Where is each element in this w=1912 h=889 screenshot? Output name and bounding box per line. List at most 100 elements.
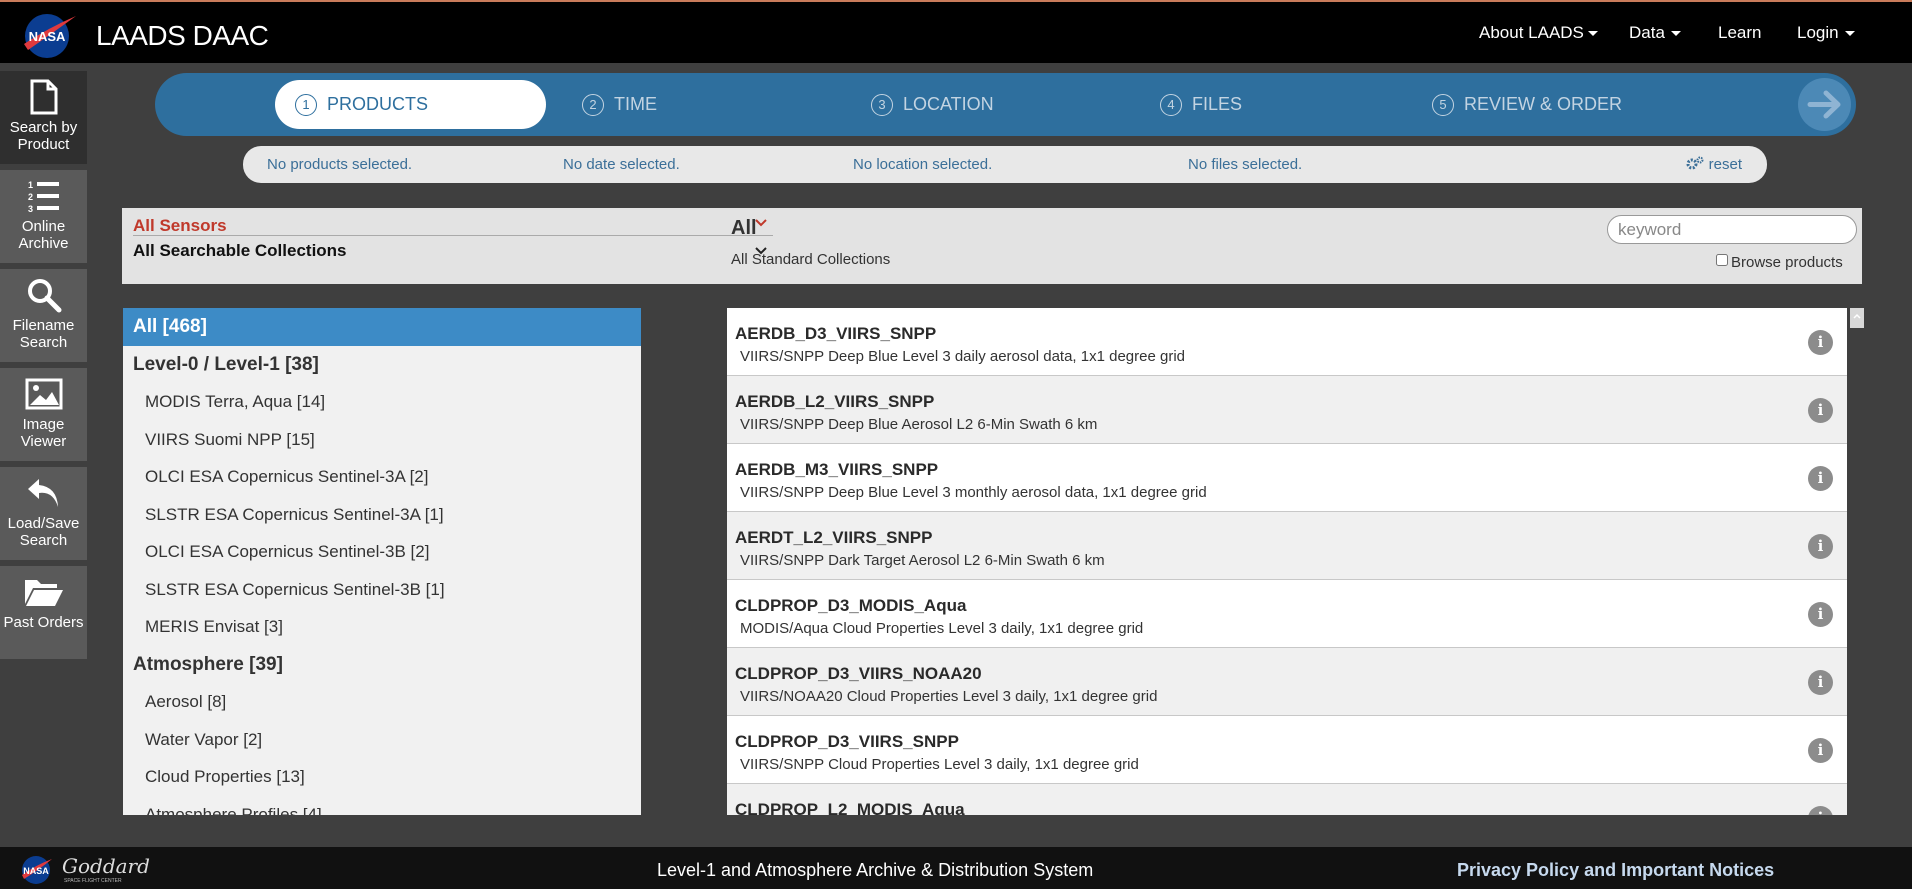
tool-image-viewer[interactable]: Image Viewer — [0, 368, 87, 461]
product-name[interactable]: CLDPROP_D3_VIIRS_SNPP — [735, 732, 959, 752]
sensor-select-value: All Sensors — [133, 216, 227, 235]
nav-learn[interactable]: Learn — [1718, 23, 1761, 43]
step-number: 2 — [582, 94, 604, 116]
tool-online-archive[interactable]: 1 2 3 Online Archive — [0, 170, 87, 263]
status-products: No products selected. — [267, 156, 413, 173]
product-name[interactable]: CLDPROP_L2_MODIS_Aqua — [735, 800, 965, 815]
product-name[interactable]: AERDB_D3_VIIRS_SNPP — [735, 324, 936, 344]
product-description: VIIRS/SNPP Deep Blue Level 3 monthly aer… — [740, 484, 1207, 501]
product-description: MODIS/Aqua Cloud Properties Level 3 dail… — [740, 620, 1144, 637]
tool-label: Image Viewer — [20, 416, 67, 450]
tool-label: Filename Search — [12, 317, 75, 351]
product-name[interactable]: AERDB_M3_VIIRS_SNPP — [735, 460, 938, 480]
chevron-down-icon — [755, 219, 767, 227]
product-row[interactable]: CLDPROP_D3_MODIS_Aqua MODIS/Aqua Cloud Pr… — [727, 580, 1847, 648]
info-icon[interactable]: i — [1808, 738, 1833, 763]
product-name[interactable]: CLDPROP_D3_MODIS_Aqua — [735, 596, 966, 616]
nav-data-label: Data — [1629, 23, 1665, 42]
product-row[interactable]: CLDPROP_L2_MODIS_Aqua i — [727, 784, 1847, 815]
footer: NASA Goddard SPACE FLIGHT CENTER Level-1… — [0, 847, 1912, 889]
info-icon[interactable]: i — [1808, 466, 1833, 491]
reset-button[interactable]: reset — [1686, 156, 1742, 173]
category-list: All [468] Level-0 / Level-1 [38] MODIS Ter… — [123, 308, 641, 815]
category-item[interactable]: Atmosphere Profiles [4] — [123, 796, 641, 816]
category-item[interactable]: Cloud Properties [13] — [123, 758, 641, 796]
step-products[interactable]: 1 PRODUCTS — [275, 80, 546, 129]
step-label: FILES — [1192, 94, 1243, 114]
category-item[interactable]: Water Vapor [2] — [123, 721, 641, 759]
category-item[interactable]: Atmosphere [39] — [123, 646, 641, 684]
product-list: AERDB_D3_VIIRS_SNPP VIIRS/SNPP Deep Blue … — [727, 308, 1847, 815]
info-icon[interactable]: i — [1808, 398, 1833, 423]
privacy-policy-link[interactable]: Privacy Policy and Important Notices — [1457, 860, 1774, 881]
product-description: VIIRS/NOAA20 Cloud Properties Level 3 da… — [740, 688, 1158, 705]
info-icon[interactable]: i — [1808, 806, 1833, 815]
category-item[interactable]: All [468] — [123, 308, 641, 346]
category-item[interactable]: Aerosol [8] — [123, 683, 641, 721]
nasa-logo[interactable]: NASA — [20, 10, 78, 60]
svg-text:2: 2 — [28, 192, 33, 202]
tool-label: Online Archive — [18, 218, 69, 252]
goddard-subtext: SPACE FLIGHT CENTER — [64, 878, 122, 884]
undo-arrow-icon — [27, 479, 58, 507]
folder-icon — [24, 580, 63, 606]
product-row[interactable]: AERDT_L2_VIIRS_SNPP VIIRS/SNPP Dark Targe… — [727, 512, 1847, 580]
nav-data[interactable]: Data — [1629, 23, 1681, 43]
numbered-list-icon: 1 2 3 — [28, 180, 59, 214]
step-label: REVIEW & ORDER — [1464, 94, 1623, 114]
tool-label: Load/Save Search — [7, 515, 80, 549]
svg-text:3: 3 — [28, 204, 33, 214]
nav-login[interactable]: Login — [1797, 23, 1855, 43]
browse-products-checkbox[interactable] — [1716, 254, 1728, 266]
category-subheading: All Standard Collections — [731, 251, 891, 268]
step-number: 4 — [1160, 94, 1182, 116]
sensor-select[interactable]: All Sensors — [133, 216, 773, 236]
product-row[interactable]: AERDB_L2_VIIRS_SNPP VIIRS/SNPP Deep Blue … — [727, 376, 1847, 444]
category-item[interactable]: VIIRS Suomi NPP [15] — [123, 421, 641, 459]
category-item[interactable]: SLSTR ESA Copernicus Sentinel-3B [1] — [123, 571, 641, 609]
caret-down-icon — [1670, 31, 1681, 37]
product-row[interactable]: CLDPROP_D3_VIIRS_NOAA20 VIIRS/NOAA20 Clou… — [727, 648, 1847, 716]
step-files[interactable]: 4 FILES — [1160, 80, 1242, 129]
image-icon — [25, 378, 62, 410]
product-row[interactable]: AERDB_D3_VIIRS_SNPP VIIRS/SNPP Deep Blue … — [727, 308, 1847, 376]
step-location[interactable]: 3 LOCATION — [871, 80, 994, 129]
tool-search-by-product[interactable]: Search by Product — [0, 71, 87, 164]
browse-products-toggle[interactable]: Browse products — [1716, 254, 1843, 271]
category-item[interactable]: Level-0 / Level-1 [38] — [123, 346, 641, 384]
goddard-logo[interactable]: NASA Goddard SPACE FLIGHT CENTER — [18, 853, 158, 885]
info-icon[interactable]: i — [1808, 602, 1833, 627]
collection-select[interactable]: All Searchable Collections — [133, 241, 773, 263]
product-name[interactable]: AERDT_L2_VIIRS_SNPP — [735, 528, 932, 548]
selection-status-bar: No products selected. No date selected. … — [243, 146, 1767, 183]
category-item[interactable]: OLCI ESA Copernicus Sentinel-3A [2] — [123, 458, 641, 496]
step-review-order[interactable]: 5 REVIEW & ORDER — [1432, 80, 1622, 129]
category-item[interactable]: MERIS Envisat [3] — [123, 608, 641, 646]
step-time[interactable]: 2 TIME — [582, 80, 657, 129]
filter-bar: All Sensors All Searchable Collections A… — [122, 208, 1862, 284]
tool-load-save-search[interactable]: Load/Save Search — [0, 467, 87, 560]
status-location: No location selected. — [853, 156, 993, 173]
category-item[interactable]: MODIS Terra, Aqua [14] — [123, 383, 641, 421]
category-item[interactable]: OLCI ESA Copernicus Sentinel-3B [2] — [123, 533, 641, 571]
status-date: No date selected. — [563, 156, 680, 173]
product-row[interactable]: CLDPROP_D3_VIIRS_SNPP VIIRS/SNPP Cloud Pr… — [727, 716, 1847, 784]
tool-label: Past Orders — [3, 614, 84, 631]
keyword-search-input[interactable] — [1607, 215, 1857, 244]
app-title[interactable]: LAADS DAAC — [96, 20, 269, 52]
info-icon[interactable]: i — [1808, 330, 1833, 355]
category-item[interactable]: SLSTR ESA Copernicus Sentinel-3A [1] — [123, 496, 641, 534]
scroll-up-icon — [1853, 313, 1861, 319]
product-name[interactable]: AERDB_L2_VIIRS_SNPP — [735, 392, 934, 412]
tool-filename-search[interactable]: Filename Search — [0, 269, 87, 362]
next-step-button[interactable] — [1798, 78, 1851, 131]
info-icon[interactable]: i — [1808, 670, 1833, 695]
document-icon — [30, 79, 57, 115]
product-name[interactable]: CLDPROP_D3_VIIRS_NOAA20 — [735, 664, 982, 684]
collection-select-value: All Searchable Collections — [133, 241, 347, 260]
product-row[interactable]: AERDB_M3_VIIRS_SNPP VIIRS/SNPP Deep Blue … — [727, 444, 1847, 512]
nav-about-laads[interactable]: About LAADS — [1479, 23, 1598, 43]
tool-past-orders[interactable]: Past Orders — [0, 566, 87, 659]
info-icon[interactable]: i — [1808, 534, 1833, 559]
scrollbar-up-button[interactable] — [1850, 308, 1864, 328]
